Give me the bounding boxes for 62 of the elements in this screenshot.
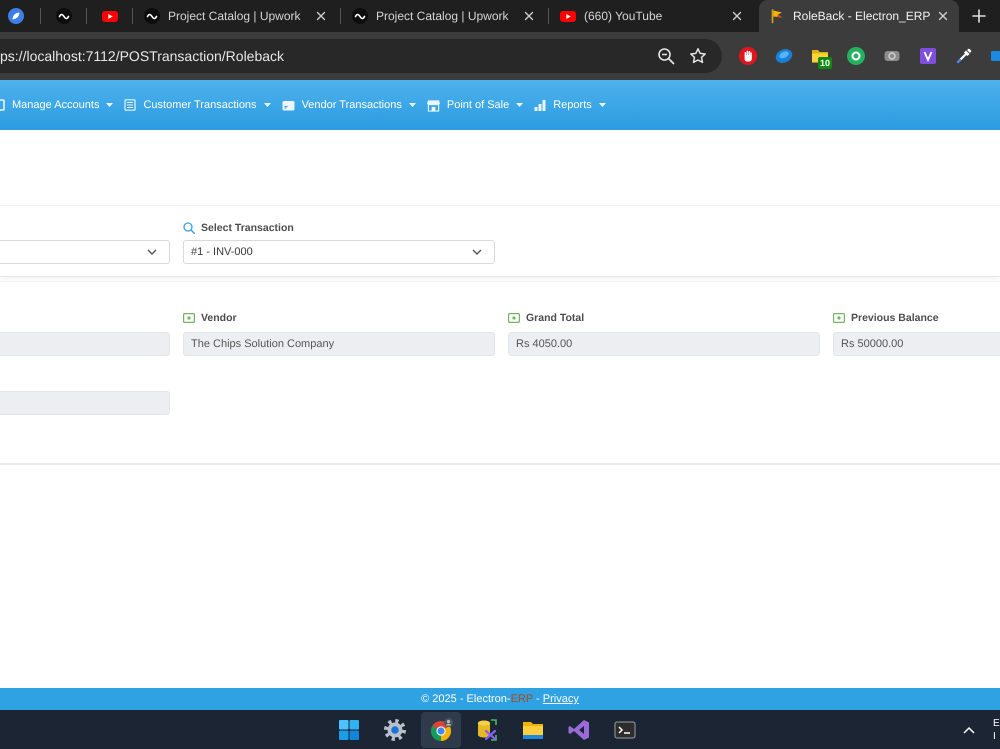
browser-tab[interactable]: (660) YouTube (549, 0, 756, 32)
browser-icon (429, 718, 453, 742)
browser-tab[interactable]: Project Catalog | Upwork (341, 0, 548, 32)
text-field[interactable] (0, 391, 170, 415)
caret-icon (516, 103, 524, 107)
banknote-icon (183, 313, 195, 323)
camera-icon[interactable] (883, 50, 901, 62)
plus-icon (972, 9, 986, 23)
bar-chart-icon (534, 99, 546, 111)
field-label: Grand Total (526, 312, 584, 324)
tile-logo-icon[interactable] (919, 47, 937, 65)
play-icon (102, 10, 118, 22)
zoom-out-icon[interactable] (657, 47, 675, 65)
card-icon (282, 100, 295, 110)
caret-icon (598, 103, 606, 107)
database-icon (475, 718, 499, 742)
wave-logo-icon (144, 8, 160, 24)
tray-text: I (993, 730, 997, 742)
flag-icon (769, 8, 785, 24)
text-field[interactable]: Rs 4050.00 (508, 332, 820, 356)
search-icon (183, 222, 195, 234)
chevron-down-icon (147, 249, 157, 255)
banknote-icon (508, 313, 520, 323)
close-icon[interactable] (732, 11, 742, 21)
field-label: Previous Balance (851, 312, 939, 324)
circle-logo-icon[interactable] (847, 47, 865, 65)
text-field[interactable] (0, 332, 170, 356)
logo-icon (8, 8, 24, 24)
close-icon[interactable] (316, 11, 326, 21)
caret-icon (264, 103, 271, 107)
taskbar-button[interactable] (421, 712, 461, 748)
hand-icon[interactable] (739, 47, 757, 65)
wave-logo-icon (56, 8, 72, 24)
gear-icon (383, 718, 407, 742)
browser-tab[interactable]: Project Catalog | Upwork (133, 0, 340, 32)
caret-icon (106, 103, 114, 107)
count-badge: 10 (818, 57, 832, 69)
play-icon (560, 10, 576, 22)
address-bar[interactable]: ps://localhost:7112/POSTransaction/Roleback (0, 39, 722, 73)
chevron-up-icon[interactable] (963, 726, 975, 734)
select-field[interactable] (0, 240, 170, 264)
text-field[interactable]: The Chips Solution Company (183, 332, 495, 356)
eyedropper-icon[interactable] (955, 47, 973, 65)
select-field[interactable]: #1 - INV-000 (183, 240, 495, 264)
disc-icon[interactable] (775, 47, 793, 65)
store-icon (426, 98, 440, 112)
close-icon[interactable] (524, 11, 534, 21)
footer-text: © 2025 - Electron-ERP - Privacy (421, 693, 579, 705)
text-field[interactable]: Rs 50000.00 (833, 332, 1000, 356)
tiles-icon (337, 718, 361, 742)
banknote-icon (833, 313, 845, 323)
wave-logo-icon (352, 8, 368, 24)
caret-icon (408, 103, 416, 107)
chevron-down-icon (472, 249, 482, 255)
tray-text: E (993, 716, 1000, 730)
field-label: Select Transaction (201, 222, 294, 234)
browser-tab[interactable]: RoleBack - Electron_ERP (759, 0, 959, 32)
ribbon-logo-icon (567, 718, 591, 742)
list-icon (124, 99, 136, 111)
field-label: Vendor (201, 312, 237, 324)
close-icon[interactable] (938, 11, 948, 21)
star-icon[interactable] (689, 47, 707, 65)
